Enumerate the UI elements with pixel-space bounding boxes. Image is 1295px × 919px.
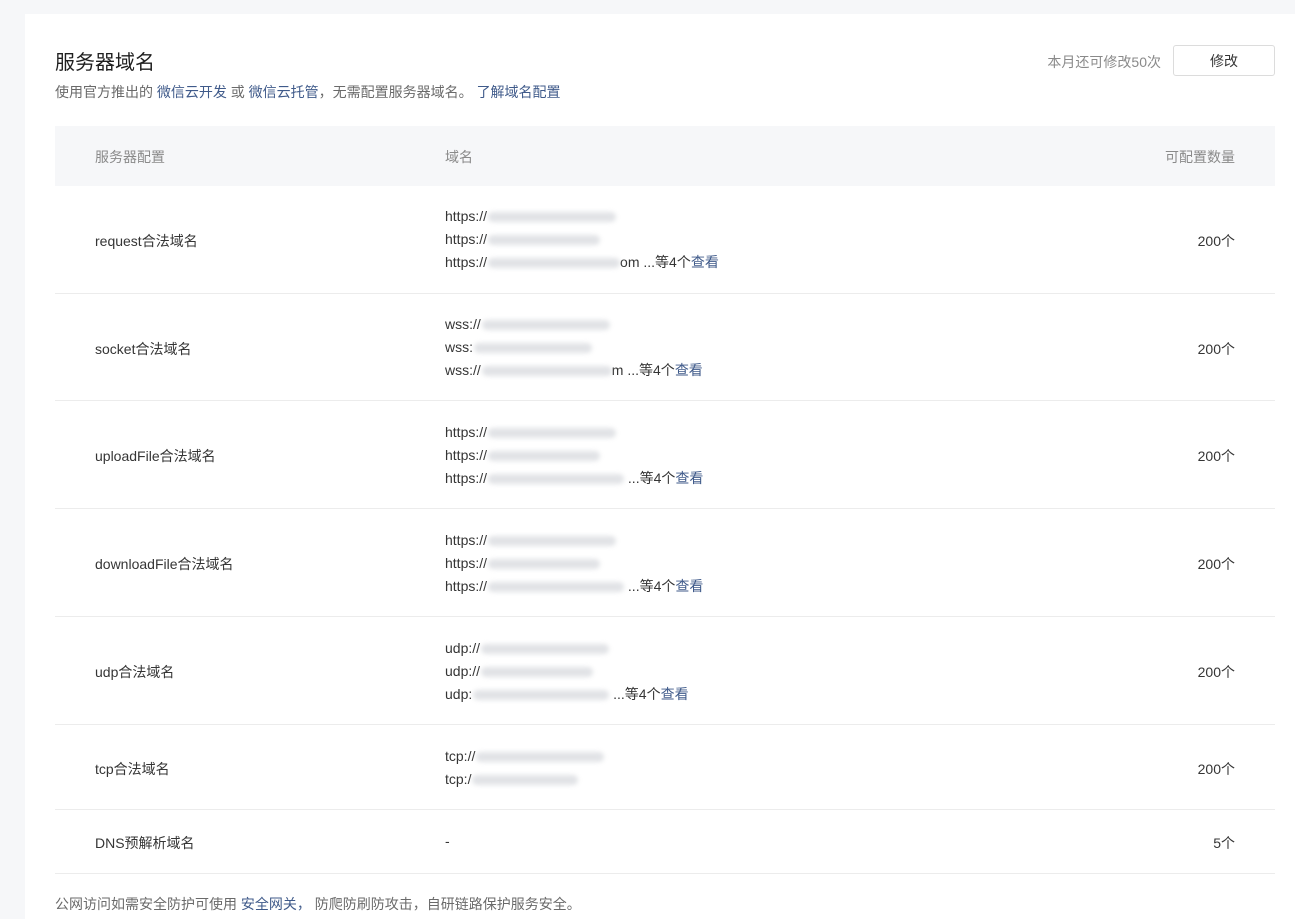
redacted-domain — [488, 258, 621, 269]
redacted-domain — [488, 582, 625, 593]
more-count: ...等4个 — [613, 686, 661, 702]
domain-item: https:// — [445, 552, 703, 575]
redacted-domain — [488, 212, 617, 223]
domain-placeholder: - — [445, 833, 450, 849]
table-row: DNS预解析域名 - 5个 — [55, 810, 1275, 874]
redacted-domain — [481, 320, 610, 331]
redacted-domain — [481, 366, 612, 377]
redacted-domain — [488, 559, 601, 570]
view-link[interactable]: 查看 — [691, 254, 719, 270]
domain-list: udp:// udp:// udp: ...等4个查看 — [445, 637, 689, 706]
row-name: DNS预解析域名 — [95, 835, 195, 851]
row-name: socket合法域名 — [95, 341, 192, 357]
domain-table: 服务器配置 域名 可配置数量 request合法域名 https:// http… — [55, 126, 1275, 874]
row-name: tcp合法域名 — [95, 761, 170, 777]
row-count: 200个 — [1197, 341, 1235, 357]
redacted-domain — [481, 667, 594, 678]
table-header: 服务器配置 域名 可配置数量 — [55, 126, 1275, 186]
row-count: 200个 — [1197, 664, 1235, 680]
row-name: downloadFile合法域名 — [95, 556, 234, 572]
row-name: uploadFile合法域名 — [95, 448, 216, 464]
redacted-domain — [481, 644, 610, 655]
notice-suffix: 防爬防刷防攻击，自研链路保护服务安全。 — [314, 896, 581, 912]
domain-item: https:// — [445, 421, 703, 444]
domain-settings-card: 服务器域名 使用官方推出的 微信云开发 或 微信云托管，无需配置服务器域名。 了… — [25, 14, 1295, 919]
notice-prefix: 公网访问如需安全防护可使用 — [55, 896, 237, 912]
domain-item: udp: ...等4个查看 — [445, 686, 689, 702]
row-count: 200个 — [1197, 448, 1235, 464]
redacted-domain — [488, 235, 601, 246]
redacted-domain — [473, 690, 610, 701]
domain-item: https:// — [445, 228, 719, 251]
or-text: 或 — [230, 84, 245, 100]
row-count: 200个 — [1197, 556, 1235, 572]
subtitle-suffix: ，无需配置服务器域名。 — [318, 84, 473, 100]
domain-item: https://om ...等4个查看 — [445, 254, 719, 270]
domain-item: wss: — [445, 336, 703, 359]
row-name: udp合法域名 — [95, 664, 175, 680]
domain-item: tcp:/ — [445, 768, 604, 791]
domain-item: tcp:// — [445, 745, 605, 768]
table-row: uploadFile合法域名 https:// https:// https:/… — [55, 401, 1275, 509]
domain-item: udp:// — [445, 637, 689, 660]
row-name: request合法域名 — [95, 233, 198, 249]
view-link[interactable]: 查看 — [675, 578, 703, 594]
domain-item: wss:// — [445, 313, 703, 336]
security-gateway-notice: 公网访问如需安全防护可使用 安全网关， 防爬防刷防攻击，自研链路保护服务安全。 — [55, 894, 581, 914]
view-link[interactable]: 查看 — [661, 686, 689, 702]
redacted-domain — [476, 752, 605, 763]
table-row: tcp合法域名 tcp:// tcp:/ 200个 — [55, 725, 1275, 810]
table-row: socket合法域名 wss:// wss: wss://m ...等4个查看 … — [55, 294, 1275, 401]
redacted-domain — [488, 474, 625, 485]
cloud-dev-link[interactable]: 微信云开发 — [157, 84, 227, 100]
subtitle: 使用官方推出的 微信云开发 或 微信云托管，无需配置服务器域名。 了解域名配置 — [55, 82, 561, 102]
header-domain: 域名 — [445, 149, 473, 165]
row-count: 5个 — [1213, 835, 1235, 851]
domain-item: https:// — [445, 444, 703, 467]
row-count: 200个 — [1197, 233, 1235, 249]
header-count: 可配置数量 — [1165, 149, 1235, 165]
view-link[interactable]: 查看 — [675, 362, 703, 378]
modify-quota-text: 本月还可修改50次 — [1047, 54, 1161, 70]
domain-item: udp:// — [445, 660, 689, 683]
redacted-domain — [474, 343, 592, 354]
redacted-domain — [488, 428, 617, 439]
redacted-domain — [472, 775, 579, 786]
domain-list: https:// https:// https:// ...等4个查看 — [445, 529, 703, 598]
domain-item: https:// ...等4个查看 — [445, 578, 704, 594]
more-count: ...等4个 — [627, 362, 675, 378]
domain-item: https:// — [445, 205, 719, 228]
page-title: 服务器域名 — [55, 52, 155, 74]
row-count: 200个 — [1197, 761, 1235, 777]
table-row: udp合法域名 udp:// udp:// udp: ...等4个查看 200个 — [55, 617, 1275, 725]
domain-item: wss://m ...等4个查看 — [445, 362, 703, 378]
header-config: 服务器配置 — [95, 149, 165, 165]
domain-list: https:// https:// https:// ...等4个查看 — [445, 421, 703, 490]
view-link[interactable]: 查看 — [675, 470, 703, 486]
more-count: ...等4个 — [627, 470, 676, 486]
learn-domain-config-link[interactable]: 了解域名配置 — [477, 84, 561, 100]
more-count: ...等4个 — [627, 578, 676, 594]
redacted-domain — [488, 536, 617, 547]
more-count: ...等4个 — [643, 254, 691, 270]
security-gateway-link[interactable]: 安全网关， — [241, 896, 311, 912]
redacted-domain — [488, 451, 601, 462]
table-row: request合法域名 https:// https:// https://om… — [55, 186, 1275, 294]
domain-list: tcp:// tcp:/ — [445, 745, 605, 791]
domain-list: https:// https:// https://om ...等4个查看 — [445, 205, 719, 274]
table-row: downloadFile合法域名 https:// https:// https… — [55, 509, 1275, 617]
domain-list: wss:// wss: wss://m ...等4个查看 — [445, 313, 703, 382]
domain-item: https:// ...等4个查看 — [445, 470, 704, 486]
edit-button[interactable]: 修改 — [1173, 45, 1275, 76]
domain-item: https:// — [445, 529, 703, 552]
cloud-hosting-link[interactable]: 微信云托管 — [249, 84, 319, 100]
subtitle-prefix: 使用官方推出的 — [55, 84, 153, 100]
